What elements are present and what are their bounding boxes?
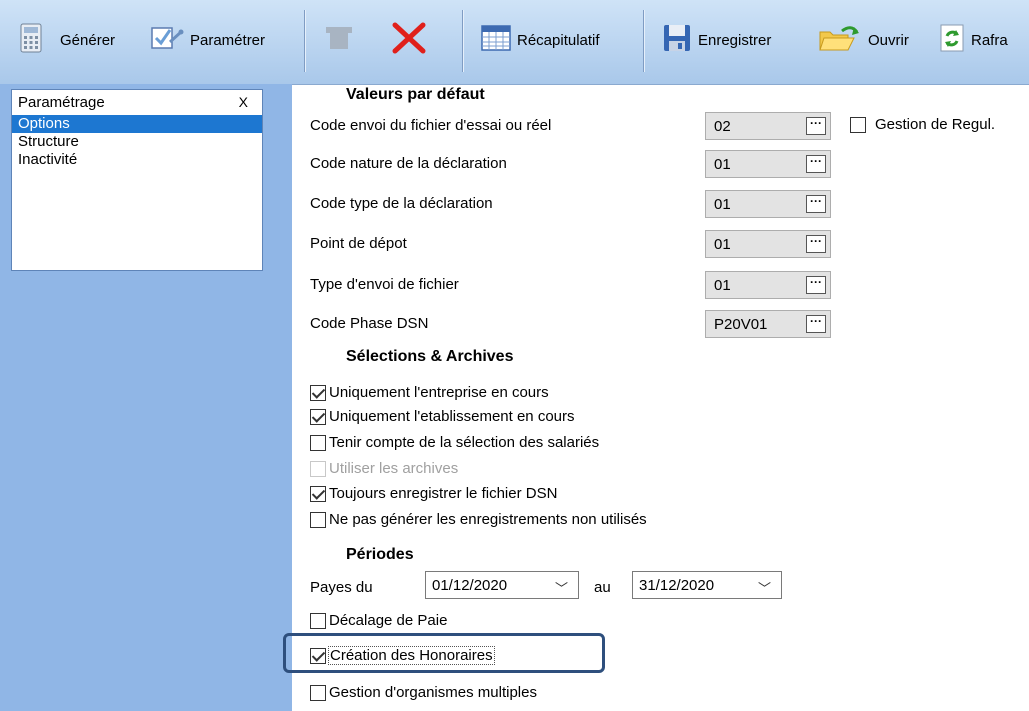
- parametrage-panel: Paramétrage X Options Structure Inactivi…: [11, 89, 263, 271]
- open-folder-icon: [818, 22, 862, 58]
- decalage-paie-checkbox[interactable]: Décalage de Paie: [310, 612, 447, 629]
- option-non-utilises-checkbox[interactable]: Ne pas générer les enregistrements non u…: [310, 511, 647, 528]
- field-label: Code nature de la déclaration: [310, 155, 507, 172]
- gestion-regul-checkbox[interactable]: Gestion de Regul.: [850, 116, 995, 133]
- enregistrer-label: Enregistrer: [698, 31, 772, 49]
- panel-header: Paramétrage X: [12, 90, 262, 115]
- table-icon: [481, 24, 511, 56]
- sidebar-item-inactivite[interactable]: Inactivité: [12, 151, 262, 169]
- option-etablissement-checkbox[interactable]: Uniquement l'etablissement en cours: [310, 408, 575, 425]
- ellipsis-button[interactable]: ···: [806, 276, 826, 294]
- checkbox-label: Uniquement l'etablissement en cours: [329, 408, 575, 425]
- enregistrer-button[interactable]: Enregistrer: [662, 22, 771, 58]
- code-envoi-field[interactable]: 02 ···: [705, 112, 831, 140]
- field-value: 01: [714, 196, 731, 213]
- checkbox-box: [310, 647, 326, 664]
- delete-x-icon: [390, 21, 428, 59]
- checkbox-box: [310, 460, 326, 477]
- field-label: Code type de la déclaration: [310, 195, 493, 212]
- gestion-organismes-checkbox[interactable]: Gestion d'organismes multiples: [310, 684, 537, 701]
- sidebar-item-structure[interactable]: Structure: [12, 133, 262, 151]
- chevron-down-icon: ﹀: [554, 581, 568, 596]
- rafraichir-label: Rafra: [971, 31, 1008, 49]
- checkbox-label: Uniquement l'entreprise en cours: [329, 384, 549, 401]
- payes-du-label: Payes du: [310, 579, 373, 596]
- code-type-field[interactable]: 01 ···: [705, 190, 831, 218]
- checkbox-box: [850, 116, 866, 133]
- field-value: 01: [714, 156, 731, 173]
- checkbox-label: Utiliser les archives: [329, 460, 459, 477]
- field-label: Code Phase DSN: [310, 315, 429, 332]
- ellipsis-button[interactable]: ···: [806, 195, 826, 213]
- ouvrir-label: Ouvrir: [868, 31, 909, 49]
- disabled-tool-button[interactable]: [322, 22, 356, 58]
- field-label: Point de dépot: [310, 235, 407, 252]
- field-value: 01: [714, 277, 731, 294]
- delete-button[interactable]: [390, 22, 428, 58]
- date-to-value: 31/12/2020: [639, 577, 715, 594]
- checkbox-label: Ne pas générer les enregistrements non u…: [329, 511, 647, 528]
- checkbox-box: [310, 408, 326, 425]
- checkbox-label: Décalage de Paie: [329, 612, 448, 629]
- section-title-defaults: Valeurs par défaut: [346, 86, 485, 103]
- chevron-down-icon: ﹀: [757, 581, 771, 596]
- calculator-icon: [20, 23, 42, 57]
- recapitulatif-label: Récapitulatif: [517, 31, 600, 49]
- refresh-icon: [939, 23, 965, 57]
- checkbox-label: Création des Honoraires: [328, 646, 495, 665]
- field-label: Type d'envoi de fichier: [310, 276, 459, 293]
- option-entreprise-checkbox[interactable]: Uniquement l'entreprise en cours: [310, 384, 549, 401]
- field-value: P20V01: [714, 316, 768, 333]
- option-selection-salaries-checkbox[interactable]: Tenir compte de la sélection des salarié…: [310, 434, 599, 451]
- settings-check-icon: [150, 24, 184, 56]
- section-title-periodes: Périodes: [346, 546, 414, 563]
- rafraichir-button[interactable]: Rafra: [939, 22, 1008, 58]
- toolbar-separator: [643, 10, 644, 72]
- checkbox-box: [310, 684, 326, 701]
- option-enregistrer-dsn-checkbox[interactable]: Toujours enregistrer le fichier DSN: [310, 485, 557, 502]
- ellipsis-button[interactable]: ···: [806, 315, 826, 333]
- generer-label: Générer: [60, 31, 116, 49]
- generer-button[interactable]: Générer: [20, 22, 115, 58]
- checkbox-box: [310, 612, 326, 629]
- recapitulatif-button[interactable]: Récapitulatif: [481, 22, 600, 58]
- save-disk-icon: [662, 23, 692, 57]
- panel-title: Paramétrage: [18, 94, 105, 111]
- parametrer-button[interactable]: Paramétrer: [150, 22, 265, 58]
- field-value: 02: [714, 118, 731, 135]
- code-nature-field[interactable]: 01 ···: [705, 150, 831, 178]
- ellipsis-button[interactable]: ···: [806, 235, 826, 253]
- point-depot-field[interactable]: 01 ···: [705, 230, 831, 258]
- panel-close-button[interactable]: X: [239, 90, 248, 115]
- toolbar-separator: [462, 10, 463, 72]
- toolbar: Générer Paramétrer Récapitulatif Enregis…: [0, 0, 1029, 85]
- document-gray-icon: [322, 23, 356, 57]
- ouvrir-button[interactable]: Ouvrir: [818, 22, 909, 58]
- creation-honoraires-checkbox[interactable]: Création des Honoraires: [310, 646, 495, 665]
- au-label: au: [594, 579, 611, 596]
- field-value: 01: [714, 236, 731, 253]
- ellipsis-button[interactable]: ···: [806, 155, 826, 173]
- checkbox-label: Gestion d'organismes multiples: [329, 684, 537, 701]
- field-label: Code envoi du fichier d'essai ou réel: [310, 117, 552, 134]
- date-from-picker[interactable]: 01/12/2020 ﹀: [425, 571, 579, 599]
- code-phase-field[interactable]: P20V01 ···: [705, 310, 831, 338]
- checkbox-box: [310, 384, 326, 401]
- checkbox-label: Toujours enregistrer le fichier DSN: [329, 485, 558, 502]
- type-envoi-field[interactable]: 01 ···: [705, 271, 831, 299]
- date-to-picker[interactable]: 31/12/2020 ﹀: [632, 571, 782, 599]
- option-archives-checkbox: Utiliser les archives: [310, 460, 458, 477]
- parametrer-label: Paramétrer: [190, 31, 266, 49]
- date-from-value: 01/12/2020: [432, 577, 508, 594]
- checkbox-box: [310, 485, 326, 502]
- checkbox-label: Gestion de Regul.: [875, 116, 996, 133]
- ellipsis-button[interactable]: ···: [806, 117, 826, 135]
- checkbox-box: [310, 434, 326, 451]
- sidebar-item-options[interactable]: Options: [12, 115, 262, 133]
- checkbox-box: [310, 511, 326, 528]
- section-title-selections: Sélections & Archives: [346, 348, 514, 365]
- checkbox-label: Tenir compte de la sélection des salarié…: [329, 434, 600, 451]
- toolbar-separator: [304, 10, 305, 72]
